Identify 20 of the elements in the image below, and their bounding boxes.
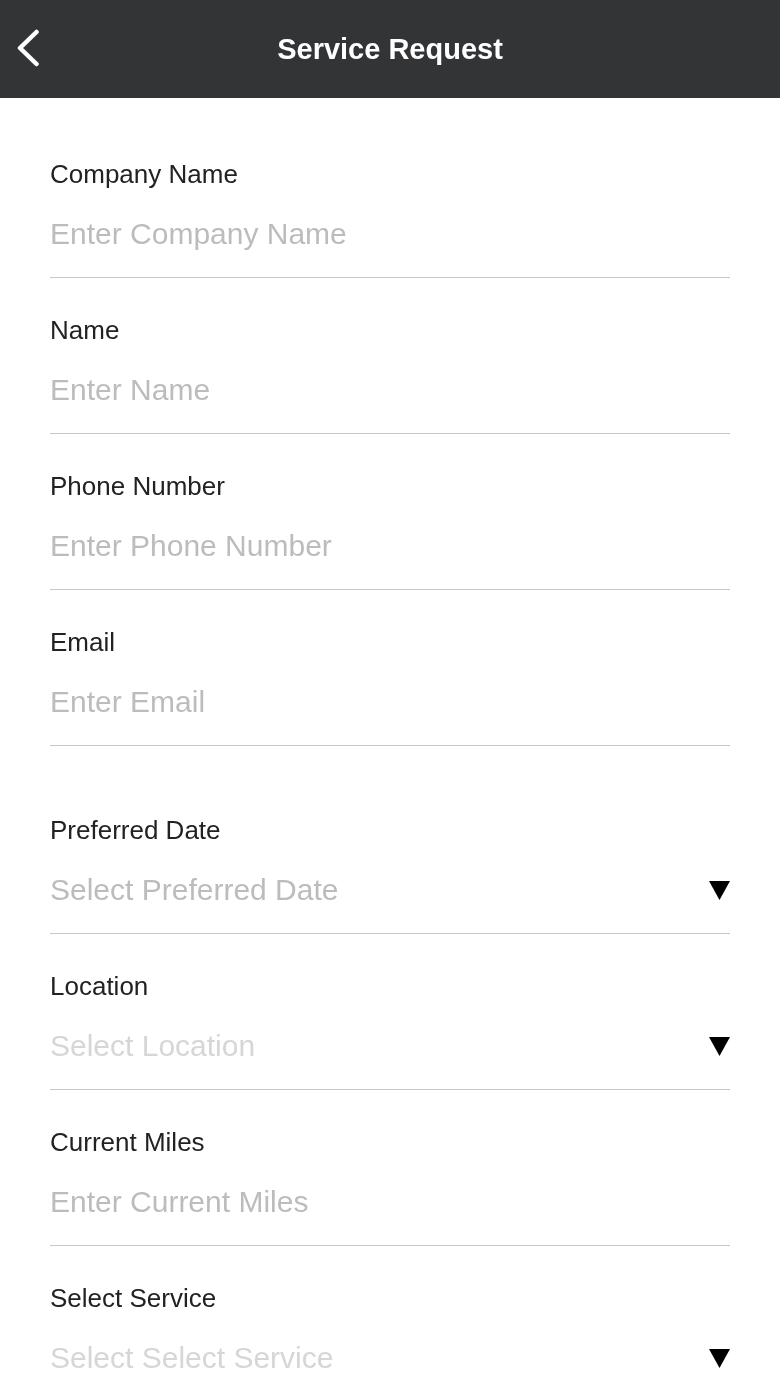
dropdown-field[interactable]: Select Preferred Date bbox=[50, 846, 730, 934]
screen-title: Service Request bbox=[277, 32, 503, 67]
text-field[interactable]: Enter Name bbox=[50, 346, 730, 434]
field-label: Company Name bbox=[50, 158, 239, 190]
field-label: Email bbox=[50, 626, 116, 658]
caret-down-icon bbox=[709, 881, 730, 900]
field-label: Location bbox=[50, 970, 150, 1002]
caret-down-icon bbox=[709, 1349, 730, 1368]
text-field[interactable]: Enter Phone Number bbox=[50, 502, 730, 590]
field-label: Phone Number bbox=[50, 470, 226, 502]
chevron-left-icon bbox=[16, 29, 40, 67]
field-label: Name bbox=[50, 314, 121, 346]
text-field[interactable]: Enter Email bbox=[50, 658, 730, 746]
field-label: Preferred Date bbox=[50, 814, 222, 846]
text-field[interactable]: Enter Company Name bbox=[50, 190, 730, 278]
field-label: Select Service bbox=[50, 1282, 218, 1314]
caret-down-icon bbox=[709, 1037, 730, 1056]
back-button[interactable] bbox=[16, 29, 40, 67]
field-label: Current Miles bbox=[50, 1126, 206, 1158]
text-field[interactable]: Enter Current Miles bbox=[50, 1158, 730, 1246]
